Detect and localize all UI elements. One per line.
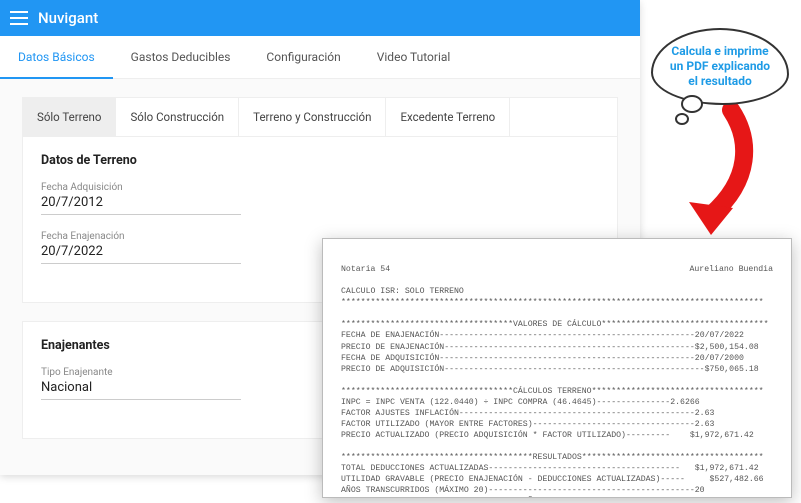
pdf-line: AÑOS TRANSCURRIDOS (MÁXIMO 20)----------… (341, 486, 705, 495)
callout-text: Calcula e imprime un PDF explicando el r… (663, 44, 777, 89)
field-fecha-adquisicion[interactable]: Fecha Adquisición 20/7/2012 (41, 182, 241, 215)
label-fecha-adquisicion: Fecha Adquisición (41, 182, 241, 193)
pdf-line: UTILIDAD GRAVABLE (PRECIO ENAJENACIÓN - … (341, 475, 764, 484)
pdf-notaria: Notaria 54 (341, 264, 390, 275)
menu-icon[interactable] (10, 11, 28, 25)
pdf-line: INPC = INPC VENTA (122.0440) ÷ INPC COMP… (341, 398, 700, 407)
field-fecha-enajenacion[interactable]: Fecha Enajenación 20/7/2022 (41, 231, 241, 264)
top-bar: Nuvigant (0, 0, 640, 36)
label-fecha-enajenacion: Fecha Enajenación (41, 231, 241, 242)
value-fecha-enajenacion: 20/7/2022 (41, 244, 241, 259)
pdf-sec-resultados: ***************************************R… (341, 453, 764, 462)
pdf-line: UTILIDAD ANUAL = UTILIDAD GRAVABLE ÷ AÑO… (341, 497, 773, 498)
sub-tabs: Sólo Terreno Sólo Construcción Terreno y… (23, 98, 617, 137)
pdf-line: FACTOR AJUSTES INFLACIÓN----------------… (341, 409, 714, 418)
pdf-author: Aureliano Buendia (689, 264, 773, 275)
pdf-line: PRECIO DE ENAJENACIÓN-------------------… (341, 343, 759, 352)
subtab-solo-construccion[interactable]: Sólo Construcción (116, 98, 239, 136)
pdf-line: FECHA DE ADQUISICIÓN--------------------… (341, 354, 744, 363)
pdf-preview: Notaria 54 Aureliano Buendia CALCULO ISR:… (322, 238, 792, 498)
pdf-rule: ****************************************… (341, 298, 764, 307)
pdf-subtitle: CALCULO ISR: SOLO TERRENO (341, 287, 464, 296)
main-tabs: Datos Básicos Gastos Deducibles Configur… (0, 36, 640, 79)
pdf-line: FACTOR UTILIZADO (MAYOR ENTRE FACTORES)-… (341, 420, 714, 429)
tab-datos-basicos[interactable]: Datos Básicos (0, 36, 113, 78)
callout-cloud: Calcula e imprime un PDF explicando el r… (651, 28, 789, 105)
pdf-sec-calculos: ***********************************CÁLCU… (341, 387, 764, 396)
label-tipo-enajenante: Tipo Enajenante (41, 367, 241, 378)
arrow-icon (641, 100, 761, 240)
tab-video-tutorial[interactable]: Video Tutorial (359, 36, 469, 78)
value-fecha-adquisicion: 20/7/2012 (41, 195, 241, 210)
pdf-line: TOTAL DEDUCCIONES ACTUALIZADAS----------… (341, 464, 759, 473)
value-tipo-enajenante: Nacional (41, 380, 241, 395)
pdf-sec-valores: ***********************************VALOR… (341, 320, 768, 329)
pdf-line: PRECIO DE ADQUISICIÓN-------------------… (341, 365, 759, 374)
subtab-excedente-terreno[interactable]: Excedente Terreno (386, 98, 510, 136)
tab-gastos-deducibles[interactable]: Gastos Deducibles (113, 36, 249, 78)
section-title-terreno: Datos de Terreno (41, 153, 599, 168)
field-tipo-enajenante[interactable]: Tipo Enajenante Nacional (41, 367, 241, 400)
subtab-solo-terreno[interactable]: Sólo Terreno (23, 98, 116, 136)
pdf-line: FECHA DE ENAJENACIÓN--------------------… (341, 331, 744, 340)
app-title: Nuvigant (38, 9, 98, 27)
subtab-terreno-y-construccion[interactable]: Terreno y Construcción (239, 98, 386, 136)
tab-configuracion[interactable]: Configuración (248, 36, 358, 78)
pdf-line: PRECIO ACTUALIZADO (PRECIO ADQUISICIÓN *… (341, 431, 754, 440)
